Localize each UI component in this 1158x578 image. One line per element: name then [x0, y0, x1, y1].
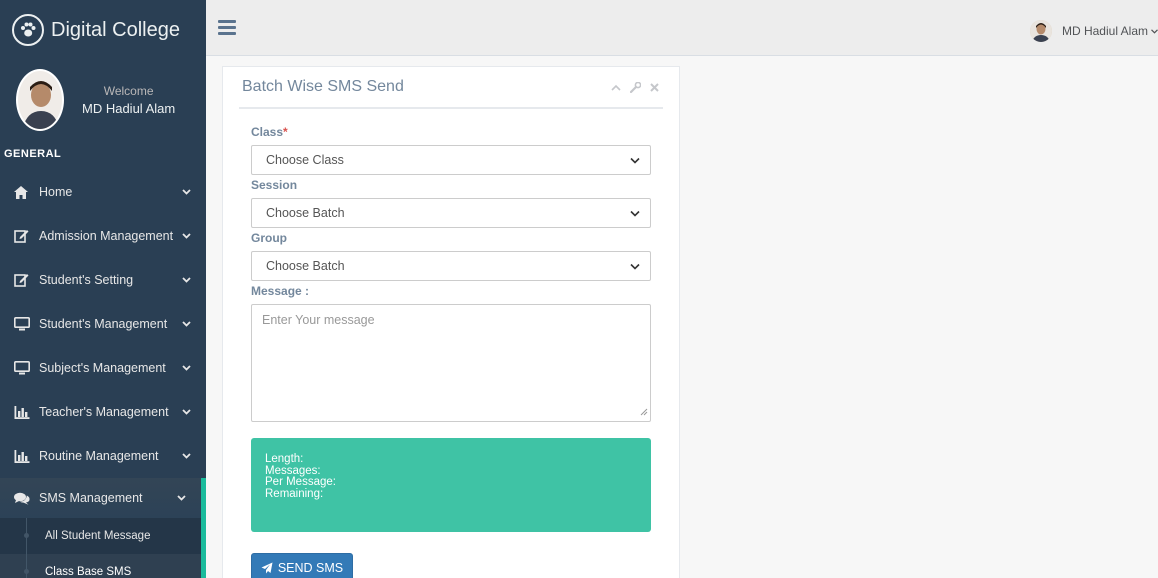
required-mark: * — [283, 125, 288, 139]
remaining-text: Remaining: — [265, 487, 324, 500]
chevron-down-icon — [182, 453, 192, 459]
profile: Welcome MD Hadiul Alam — [0, 60, 206, 140]
message-label: Message : — [251, 284, 310, 298]
sidebar-subitem-label: All Student Message — [45, 530, 151, 542]
avatar[interactable] — [16, 69, 64, 131]
send-sms-label: SEND SMS — [277, 561, 344, 575]
length-text: Length: — [265, 453, 304, 465]
class-select-value: Choose Class — [266, 153, 344, 167]
user-avatar — [1029, 20, 1052, 42]
sidebar-item-students-management[interactable]: Student's Management — [0, 302, 206, 346]
sidebar-item-teachers-management[interactable]: Teacher's Management — [0, 390, 206, 434]
session-label: Session — [251, 178, 298, 192]
sidebar-item-sms-management[interactable]: SMS Management — [0, 478, 206, 518]
panel-header: Batch Wise SMS Send — [239, 67, 663, 109]
chevron-up-icon[interactable] — [611, 84, 621, 91]
desktop-icon — [14, 317, 36, 331]
sidebar-subitem-label: Class Base SMS — [45, 566, 132, 578]
sidebar-subitem-all-student-message[interactable]: All Student Message — [0, 518, 201, 554]
send-sms-button[interactable]: SEND SMS — [251, 553, 353, 578]
sidebar-item-label: Student's Management — [39, 317, 168, 331]
chevron-down-icon — [630, 263, 640, 270]
section-title: GENERAL — [4, 148, 62, 160]
chevron-down-icon — [182, 233, 192, 239]
sidebar-item-label: Student's Setting — [39, 273, 134, 287]
bar-chart-icon — [14, 449, 36, 463]
sidebar-item-label: Home — [39, 185, 73, 199]
edit-icon — [14, 229, 36, 243]
user-name: MD Hadiul Alam — [1061, 24, 1148, 38]
profile-name: MD Hadiul Alam — [82, 101, 176, 116]
chevron-down-icon — [630, 210, 640, 217]
sidebar-item-label: Admission Management — [39, 229, 174, 243]
bar-chart-icon — [14, 405, 36, 419]
sidebar-item-subjects-management[interactable]: Subject's Management — [0, 346, 206, 390]
chevron-down-icon — [182, 189, 192, 195]
wrench-icon[interactable] — [630, 81, 641, 93]
per-message-text: Per Message: — [265, 476, 336, 488]
sms-counter-box: Length: Messages: Per Message: Remaining… — [251, 438, 651, 532]
sidebar-item-students-setting[interactable]: Student's Setting — [0, 258, 206, 302]
chevron-down-icon — [177, 495, 187, 501]
session-select-value: Choose Batch — [266, 206, 345, 220]
paw-icon — [12, 14, 44, 46]
sidebar-item-label: Routine Management — [39, 449, 159, 463]
sidebar-item-label: SMS Management — [39, 491, 143, 505]
resize-grip-icon[interactable] — [640, 405, 648, 419]
bullet-dot-icon — [24, 569, 29, 574]
paper-plane-icon — [261, 562, 273, 574]
sidebar-item-admission-management[interactable]: Admission Management — [0, 214, 206, 258]
message-placeholder: Enter Your message — [262, 313, 375, 327]
sidebar-item-home[interactable]: Home — [0, 170, 206, 214]
group-label: Group — [251, 231, 287, 245]
menu-toggle-icon[interactable] — [218, 20, 236, 36]
sms-submenu: All Student Message Class Base SMS — [0, 518, 206, 578]
sms-panel: Batch Wise SMS Send Class* Choose Class … — [222, 66, 680, 578]
sidebar: Digital College Welcome MD Hadiul Alam G… — [0, 0, 206, 578]
panel-tools — [611, 81, 659, 93]
sidebar-item-label: Teacher's Management — [39, 405, 169, 419]
sms-form: Class* Choose Class Session Choose Batch… — [223, 109, 679, 532]
class-label: Class* — [251, 125, 651, 141]
sidebar-item-label: Subject's Management — [39, 361, 166, 375]
group-select-value: Choose Batch — [266, 259, 345, 273]
chevron-down-icon — [182, 277, 192, 283]
class-select[interactable]: Choose Class — [251, 145, 651, 175]
home-icon — [14, 185, 36, 199]
desktop-icon — [14, 361, 36, 375]
top-nav: MD Hadiul Alam — [206, 0, 1158, 56]
welcome-text: Welcome — [103, 84, 154, 98]
group-select[interactable]: Choose Batch — [251, 251, 651, 281]
bullet-dot-icon — [24, 533, 29, 538]
message-textarea[interactable]: Enter Your message — [251, 304, 651, 422]
edit-icon — [14, 273, 36, 287]
chevron-down-icon — [630, 157, 640, 164]
close-icon[interactable] — [650, 82, 659, 92]
brand[interactable]: Digital College — [0, 0, 206, 60]
user-menu[interactable]: MD Hadiul Alam — [1029, 20, 1158, 42]
sidebar-item-routine-management[interactable]: Routine Management — [0, 434, 206, 478]
chevron-down-icon — [1151, 28, 1158, 34]
chevron-down-icon — [182, 409, 192, 415]
session-select[interactable]: Choose Batch — [251, 198, 651, 228]
class-label-text: Class — [251, 125, 284, 139]
comments-icon — [14, 492, 36, 505]
brand-name: Digital College — [51, 18, 180, 41]
chevron-down-icon — [182, 321, 192, 327]
panel-title: Batch Wise SMS Send — [242, 78, 404, 95]
sidebar-subitem-class-base-sms[interactable]: Class Base SMS — [0, 554, 201, 578]
chevron-down-icon — [182, 365, 192, 371]
